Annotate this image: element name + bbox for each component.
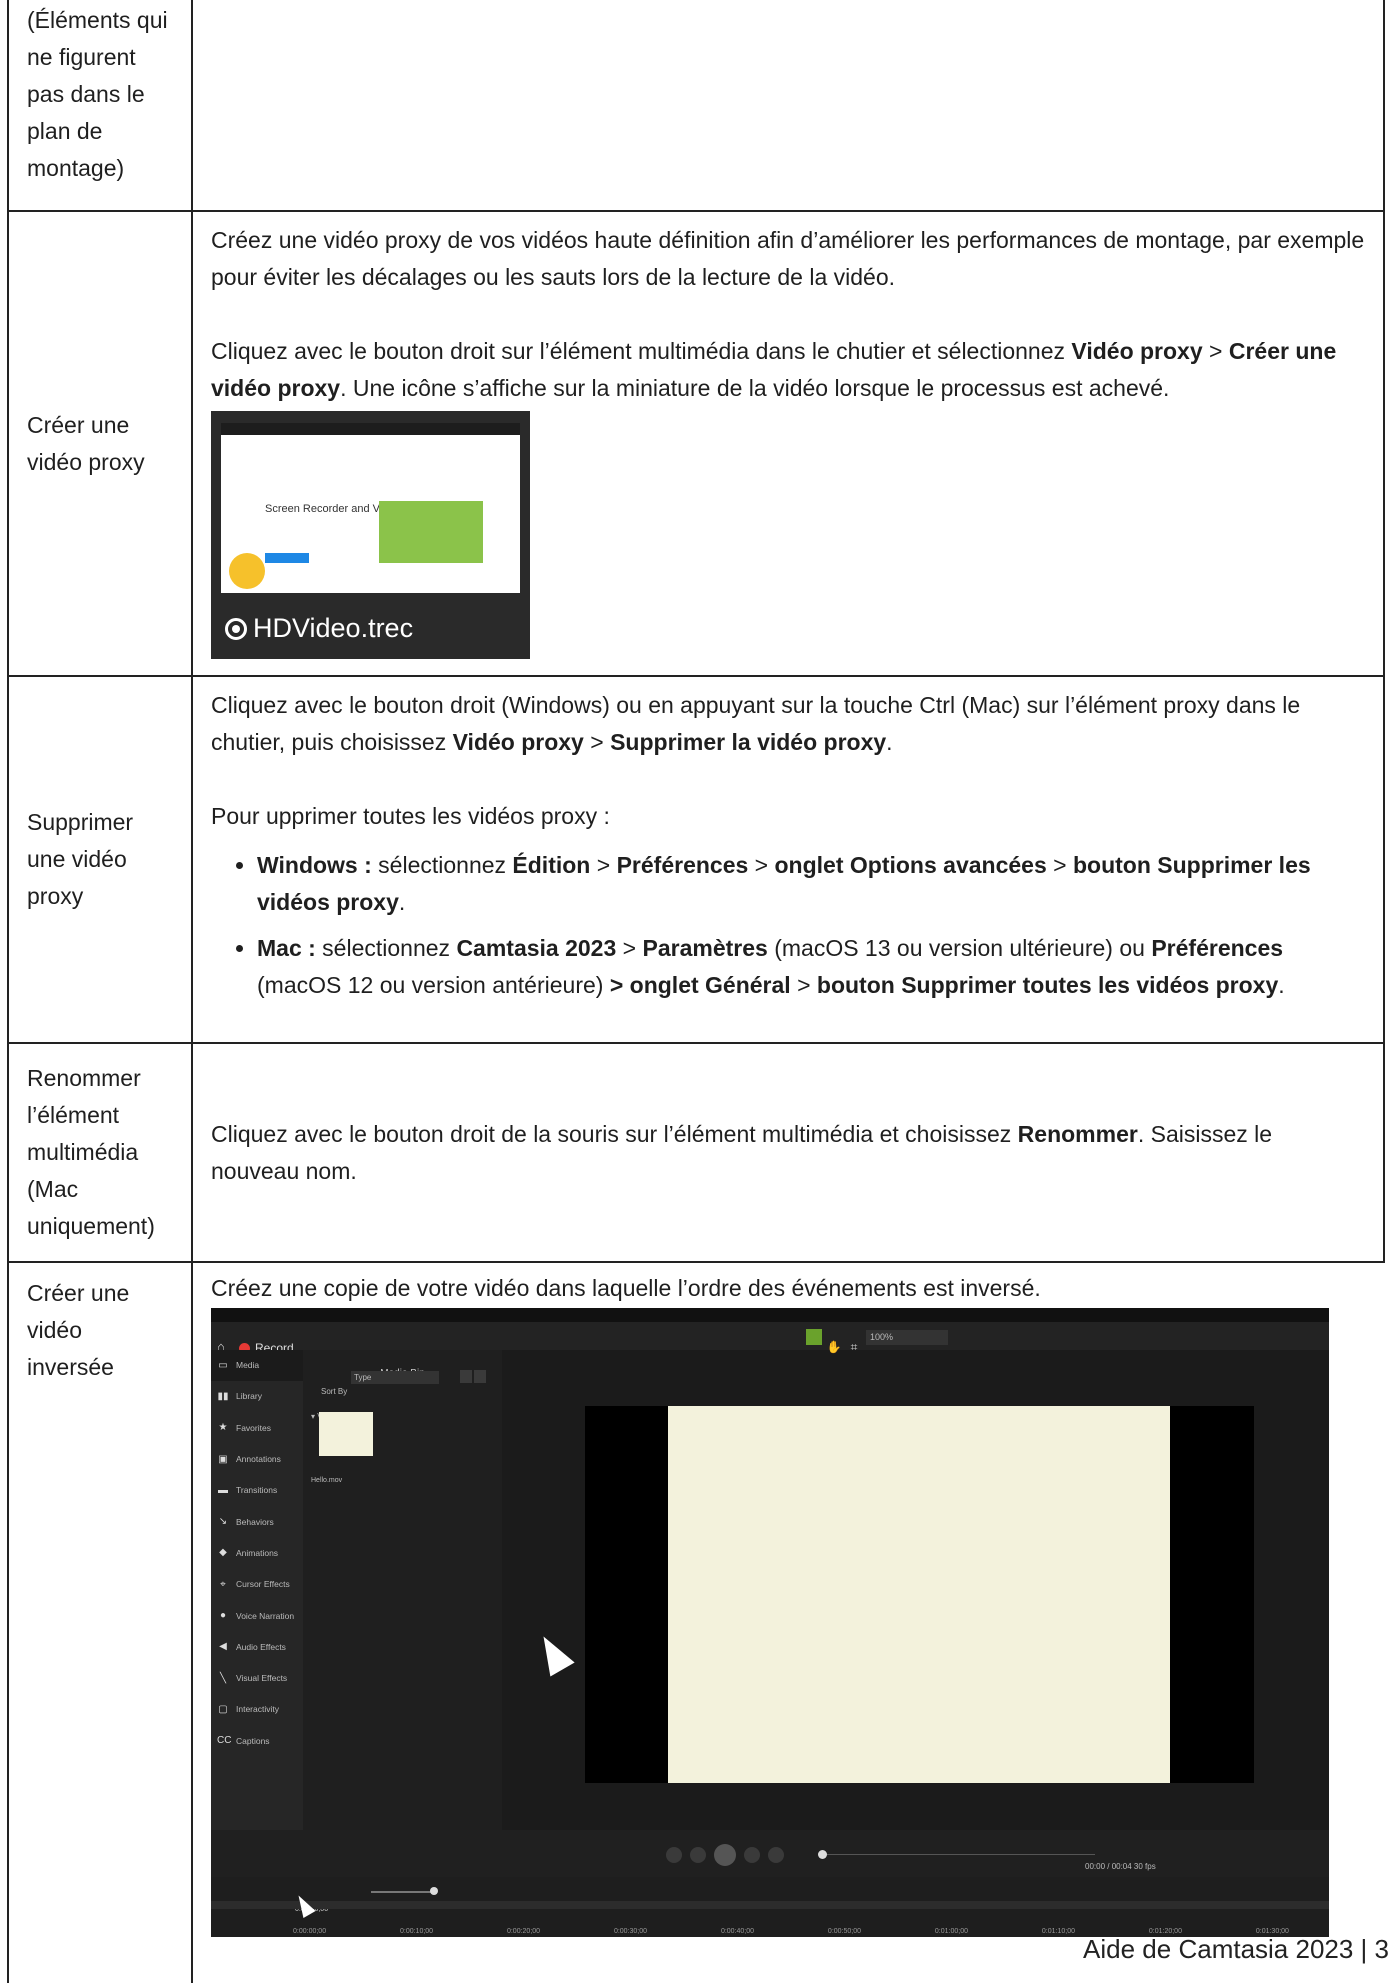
illustration <box>379 501 483 563</box>
sidebar-item-animations: ◆ Animations <box>211 1538 303 1569</box>
row-label: Créer une vidéo inversée <box>7 1263 193 1983</box>
interactivity-icon: ▢ <box>218 1703 228 1715</box>
tools-sidebar: ▭ Media ▮▮ Library ★ Favorites ▣ Annotations ▬ Tr… <box>211 1350 303 1830</box>
list-item: Mac : sélectionnez Camtasia 2023 > Param… <box>257 930 1365 1004</box>
scrubber-track <box>827 1854 1095 1855</box>
playback-controls: 00:00 / 00:04 30 fps <box>211 1830 1329 1877</box>
captions-icon: CC <box>217 1735 232 1747</box>
table-row: Renommer l’élément multimédia (Mac uniqu… <box>7 1044 1385 1263</box>
transitions-icon: ▬ <box>218 1484 228 1496</box>
visual-effects-icon: ╲ <box>219 1672 227 1684</box>
timeline-zoom-knob <box>430 1887 438 1895</box>
tick-label: 0:00:00;00 <box>293 1928 327 1935</box>
row-label: Créer une vidéo proxy <box>7 212 193 675</box>
video-name: Hello.mov <box>311 1477 343 1484</box>
canvas-tools: ✋ ⌗ 100% <box>806 1329 948 1354</box>
pointer-tool-icon <box>806 1329 822 1345</box>
cursor-effects-icon: ⌖ <box>220 1578 226 1590</box>
row-label: (Éléments qui ne figurent pas dans le pl… <box>7 0 193 210</box>
step-back-icon <box>666 1847 682 1863</box>
instructions-list: Windows : sélectionnez Édition > Préfére… <box>211 847 1365 1004</box>
sidebar-item-voice-narration: ● Voice Narration <box>211 1600 303 1631</box>
camtasia-screenshot: FileEditModifyViewExportHelp TechSmith C… <box>211 1308 1329 1937</box>
table-row: (Éléments qui ne figurent pas dans le pl… <box>7 0 1385 212</box>
audio-effects-icon: ◀ <box>219 1641 227 1653</box>
row-label: Renommer l’élément multimédia (Mac uniqu… <box>7 1044 193 1261</box>
sidebar-item-media: ▭ Media <box>211 1350 303 1382</box>
play-icon <box>714 1844 736 1866</box>
page-footer: Aide de Camtasia 2023 | 3 <box>1083 1934 1389 1964</box>
timeline-zoom-slider <box>371 1891 437 1893</box>
prev-icon <box>744 1847 760 1863</box>
tick-label: 0:01:00;00 <box>934 1928 968 1935</box>
step-forward-icon <box>690 1847 706 1863</box>
tick-label: 0:00:10;00 <box>399 1928 434 1935</box>
cursor-highlight <box>229 553 265 589</box>
sidebar-item-audio-effects: ◀ Audio Effects <box>211 1632 303 1663</box>
timeline: 0:00:00;00 0:00:00;00 0:00:10;00 0:00:20;0… <box>211 1877 1329 1937</box>
table-row: Créer une vidéo inversée Créez une copie… <box>7 1263 1385 1983</box>
paragraph: Cliquez avec le bouton droit (Windows) o… <box>211 692 1301 755</box>
sidebar-item-library: ▮▮ Library <box>211 1381 303 1412</box>
paragraph: Cliquez avec le bouton droit de la souri… <box>211 1120 1273 1184</box>
sidebar-item-visual-effects: ╲ Visual Effects <box>211 1663 303 1694</box>
sidebar-item-cursor-effects: ⌖ Cursor Effects <box>211 1569 303 1600</box>
sidebar-item-interactivity: ▢ Interactivity <box>211 1694 303 1725</box>
row-content <box>193 0 1385 210</box>
mouse-cursor-icon <box>531 1629 575 1677</box>
list-item: Windows : sélectionnez Édition > Préfére… <box>257 847 1365 921</box>
thumbnail-label: HDVideo.trec <box>225 610 413 647</box>
sidebar-item-favorites: ★ Favorites <box>211 1413 303 1444</box>
library-icon: ▮▮ <box>217 1390 229 1402</box>
sort-select: Type <box>351 1371 439 1384</box>
webpage-preview: Screen Recorder and Video Editor <box>221 423 520 593</box>
video-frame <box>668 1406 1170 1783</box>
menu-bar: FileEditModifyViewExportHelp TechSmith C… <box>211 1308 1329 1334</box>
hand-tool-icon: ✋ <box>826 1340 842 1354</box>
row-content: Créez une copie de votre vidéo dans laqu… <box>193 1263 1385 1983</box>
tick-label: 0:00:20;00 <box>506 1928 541 1935</box>
canvas-preview <box>585 1406 1254 1783</box>
sidebar-item-label: Captions <box>236 1735 270 1746</box>
paragraph: Créez une vidéo proxy de vos vidéos haut… <box>211 227 1365 290</box>
zoom-select: 100% <box>866 1329 948 1345</box>
sidebar-item-behaviors: ↘ Behaviors <box>211 1506 303 1537</box>
media-bin: Media Bin Sort By Type ▾ Videos Hello.mo… <box>303 1350 575 1830</box>
scrubber-knob <box>818 1850 827 1859</box>
paragraph: Créez une copie de votre vidéo dans laqu… <box>211 1275 1041 1301</box>
sort-buttons <box>460 1370 486 1383</box>
favorites-icon: ★ <box>218 1422 228 1434</box>
behaviors-icon: ↘ <box>218 1516 228 1528</box>
voice-narration-icon: ● <box>219 1610 227 1622</box>
row-content: Créez une vidéo proxy de vos vidéos haut… <box>193 212 1385 675</box>
tick-label: 0:01:10;00 <box>1041 1928 1075 1935</box>
animations-icon: ◆ <box>219 1547 227 1559</box>
media-icon: ▭ <box>218 1359 228 1371</box>
row-content: Cliquez avec le bouton droit (Windows) o… <box>193 677 1385 1042</box>
features-table: (Éléments qui ne figurent pas dans le pl… <box>7 0 1385 1983</box>
tick-label: 0:00:40;00 <box>720 1928 755 1935</box>
table-row: Créer une vidéo proxy Créez une vidéo pr… <box>7 212 1385 677</box>
next-icon <box>768 1847 784 1863</box>
sidebar-item-annotations: ▣ Annotations <box>211 1444 303 1475</box>
row-content: Cliquez avec le bouton droit de la souri… <box>193 1044 1385 1261</box>
sidebar-item-captions: CC Captions <box>211 1726 303 1757</box>
hdvideo-thumbnail: Screen Recorder and Video Editor HDVideo… <box>211 411 530 659</box>
paragraph: Pour upprimer toutes les vidéos proxy : <box>211 803 610 829</box>
toolbar: ⌂ Record ✋ ⌗ 100% <box>211 1322 1329 1355</box>
tick-label: 0:00:50;00 <box>827 1928 862 1935</box>
crop-tool-icon: ⌗ <box>850 1340 858 1354</box>
video-thumbnail <box>319 1412 373 1456</box>
paragraph: Cliquez avec le bouton droit sur l’éléme… <box>211 338 1337 401</box>
sidebar-item-transitions: ▬ Transitions <box>211 1475 303 1506</box>
annotations-icon: ▣ <box>218 1453 228 1465</box>
tick-label: 0:00:30;00 <box>613 1928 648 1935</box>
row-label: Supprimer une vidéo proxy <box>7 677 193 1042</box>
record-icon <box>225 617 247 640</box>
table-row: Supprimer une vidéo proxy Cliquez avec l… <box>7 677 1385 1044</box>
